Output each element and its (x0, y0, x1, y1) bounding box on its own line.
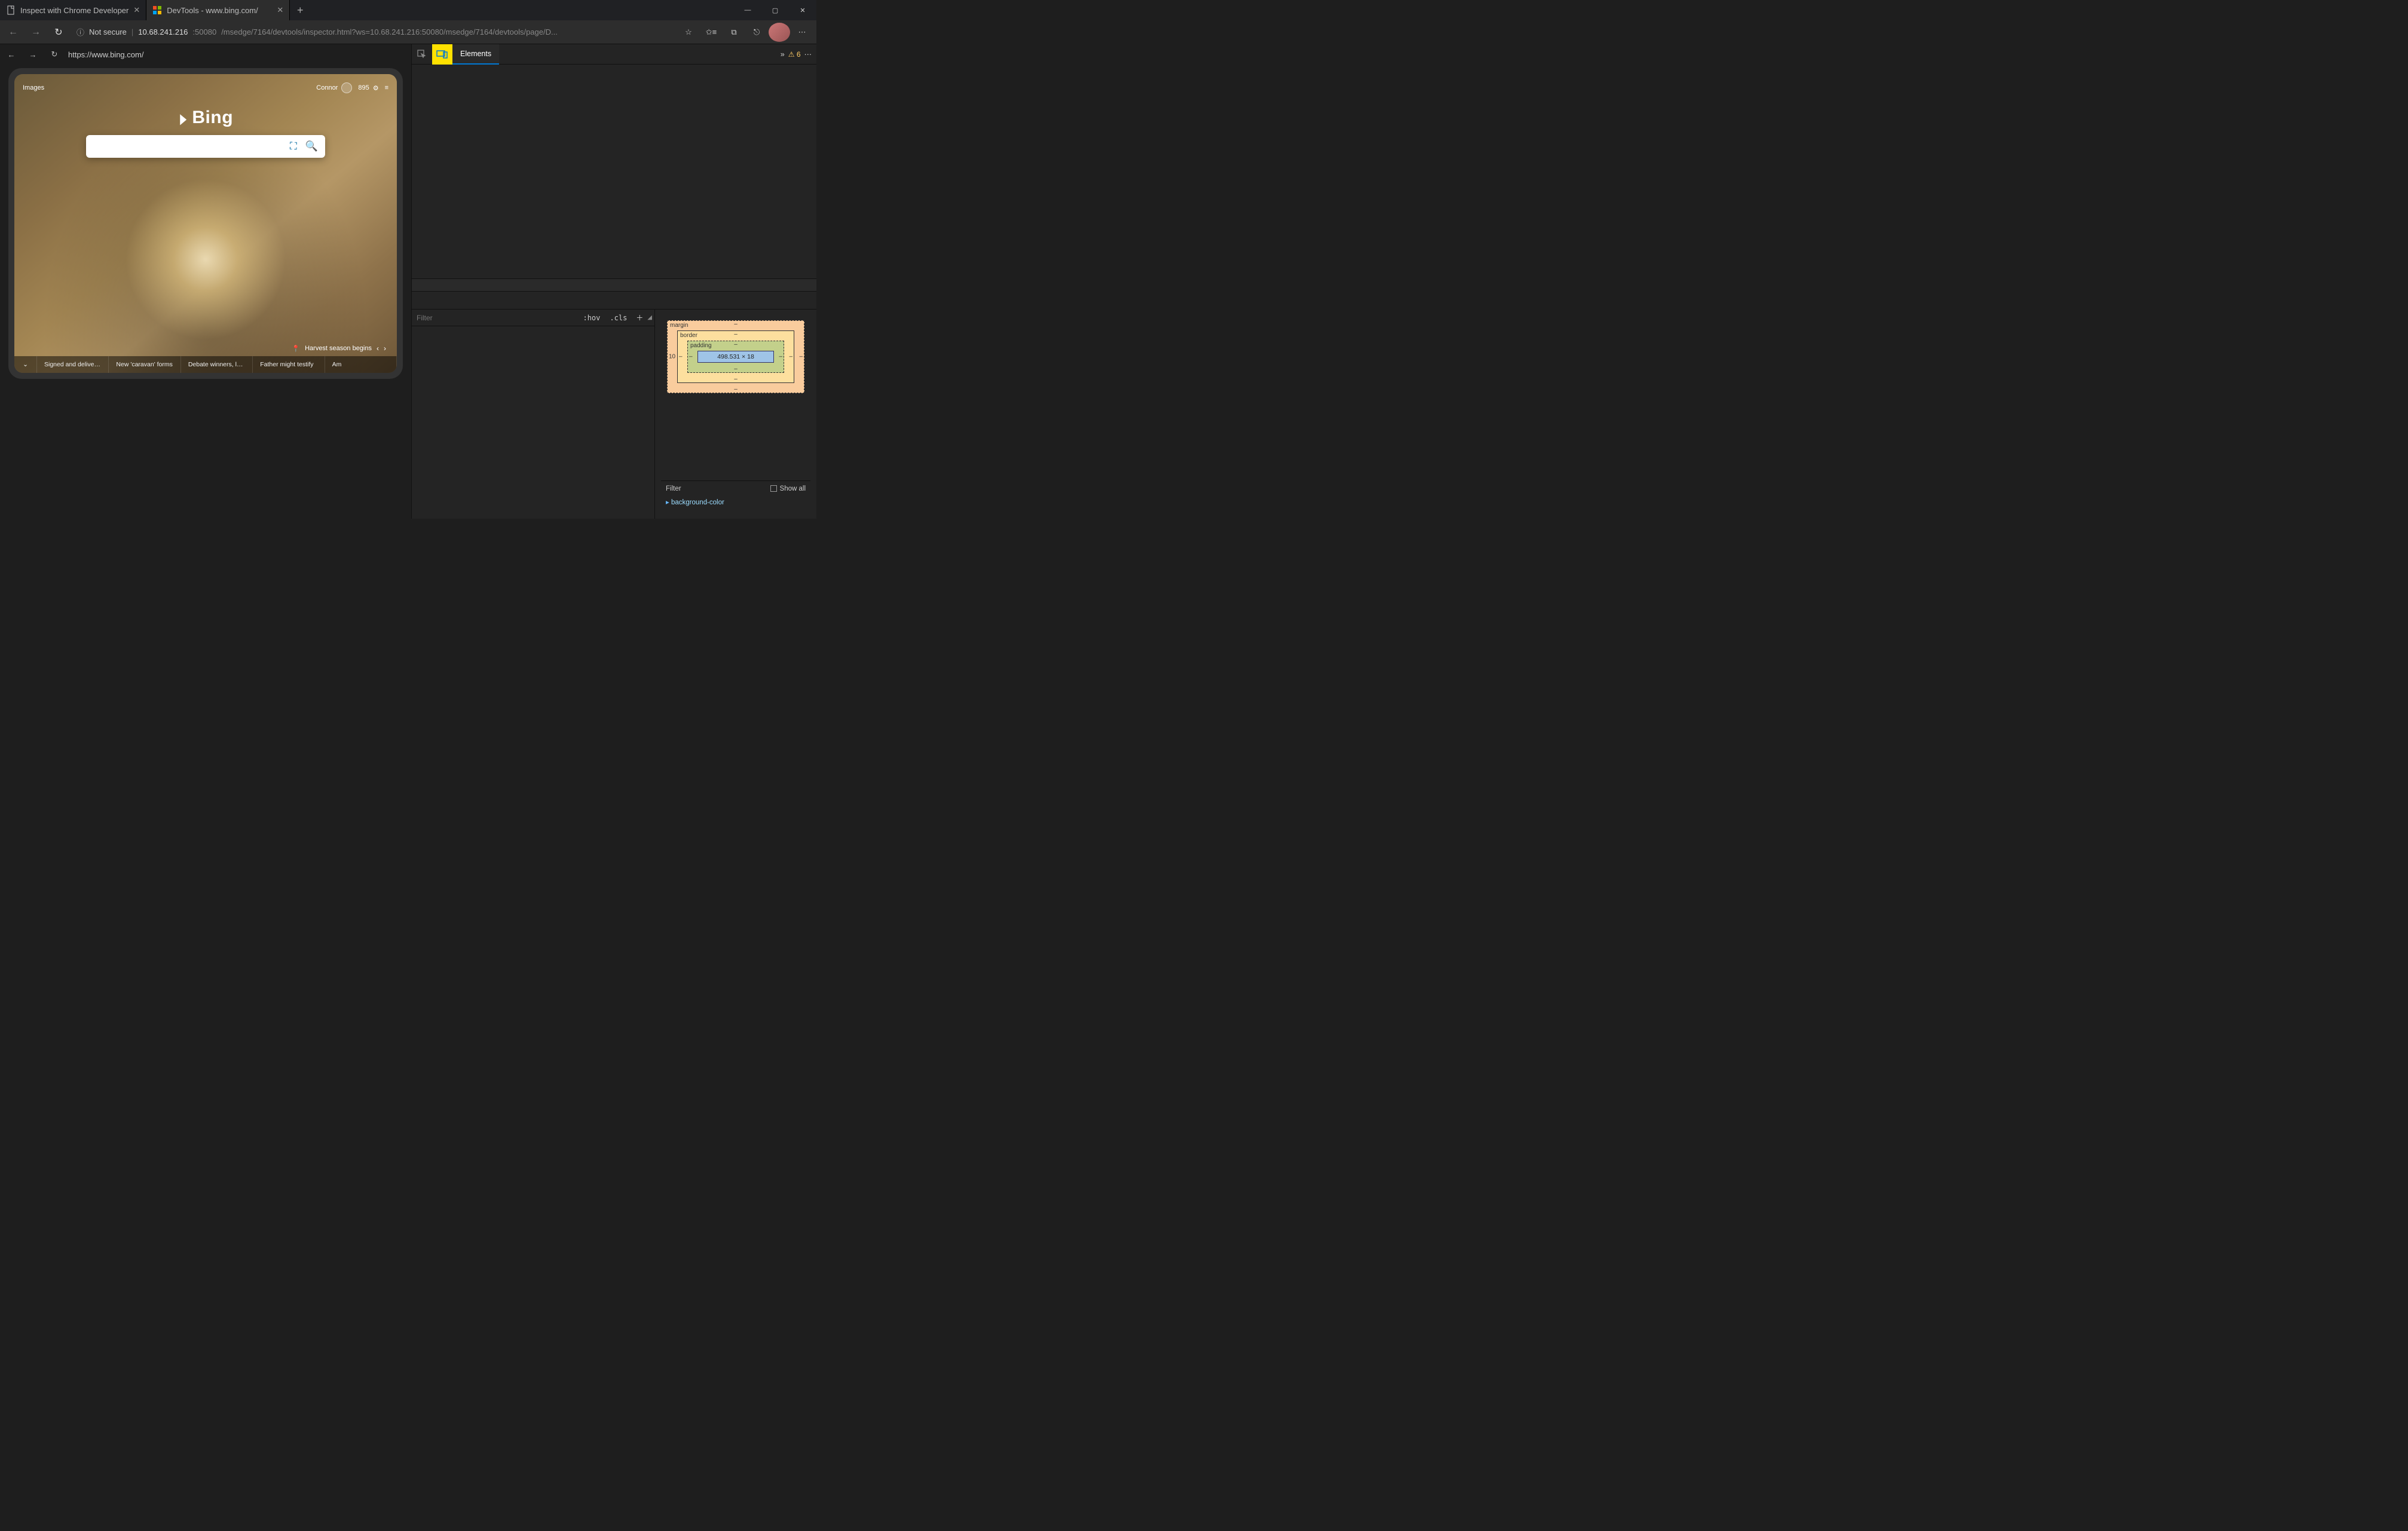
rewards-icon: ⚙ (373, 84, 379, 92)
security-label: Not secure (89, 27, 127, 36)
news-item[interactable]: ⌄ (14, 356, 37, 373)
page-preview-pane: ← → ↻ https://www.bing.com/ Images Conno… (0, 44, 411, 519)
person-icon[interactable]: ⎋ (746, 23, 767, 42)
image-caption[interactable]: Harvest season begins (305, 345, 372, 352)
url-input[interactable]: ⓘ Not secure | 10.68.241.216:50080/msedg… (72, 23, 674, 41)
hamburger-icon[interactable]: ≡ (385, 84, 388, 91)
tab-title: Inspect with Chrome Developer (20, 6, 128, 15)
menu-icon[interactable]: ⋯ (791, 23, 813, 42)
close-tab-icon[interactable]: ✕ (277, 5, 283, 15)
reload-button[interactable]: ↻ (49, 23, 68, 42)
bing-search-input[interactable]: ⛶ 🔍 (86, 135, 325, 158)
collections-icon[interactable]: ⧉ (723, 23, 745, 42)
preview-url[interactable]: https://www.bing.com/ (68, 50, 143, 59)
news-item[interactable]: Am (325, 356, 397, 373)
edge-icon (152, 5, 162, 15)
back-button[interactable]: ← (4, 23, 23, 42)
device-frame: Images Connor 895 ⚙ ≡ Bing ⛶ 🔍 📍 (8, 68, 403, 379)
user-name[interactable]: Connor (316, 84, 338, 91)
preview-forward-icon[interactable]: → (25, 50, 41, 59)
devtools-pane: Elements » ⚠ 6 ⋯ :hov .cls ＋ ◢ (411, 44, 816, 519)
favorite-star-icon[interactable]: ☆ (678, 23, 699, 42)
preview-back-icon[interactable]: ← (4, 50, 19, 59)
warning-badge[interactable]: ⚠ 6 (788, 50, 801, 59)
close-window-button[interactable]: ✕ (789, 0, 816, 20)
devtools-tab-elements[interactable]: Elements (452, 44, 499, 65)
box-content-size: 498.531 × 18 (697, 351, 774, 363)
search-icon[interactable]: 🔍 (305, 140, 318, 152)
new-rule-button[interactable]: ＋ (632, 313, 647, 323)
styles-filter-input[interactable] (412, 314, 578, 322)
bing-logo: Bing (178, 108, 233, 127)
user-avatar-icon[interactable] (341, 82, 352, 93)
info-icon: ⓘ (77, 26, 84, 38)
news-item[interactable]: Debate winners, losers (181, 356, 253, 373)
show-all-checkbox[interactable] (770, 485, 777, 492)
news-item[interactable]: New 'caravan' forms (109, 356, 180, 373)
breadcrumb[interactable] (412, 278, 816, 292)
rewards-points[interactable]: 895 (358, 84, 369, 91)
more-tabs-icon[interactable]: » (781, 50, 785, 59)
maximize-button[interactable]: ▢ (761, 0, 789, 20)
browser-tab-1[interactable]: DevTools - www.bing.com/ ✕ (146, 0, 290, 20)
devtools-menu-icon[interactable]: ⋯ (804, 50, 812, 59)
browser-tab-0[interactable]: Inspect with Chrome Developer ✕ (0, 0, 146, 20)
next-icon[interactable]: › (384, 344, 386, 353)
inspect-element-icon[interactable] (412, 44, 432, 65)
location-icon: 📍 (292, 345, 300, 353)
rendered-page[interactable]: Images Connor 895 ⚙ ≡ Bing ⛶ 🔍 📍 (14, 74, 397, 373)
expand-icon[interactable]: ◢ (647, 314, 654, 321)
page-icon (6, 5, 16, 15)
box-model: margin ––10– border –––– padding –––– 49… (655, 310, 816, 519)
computed-property[interactable]: ▸ background-color (661, 496, 810, 508)
minimize-button[interactable]: — (734, 0, 761, 20)
css-rules-list[interactable] (412, 326, 654, 519)
preview-reload-icon[interactable]: ↻ (47, 50, 62, 59)
elements-dom-tree[interactable] (412, 65, 816, 278)
news-strip[interactable]: ⌄Signed and deliveredNew 'caravan' forms… (14, 356, 397, 373)
device-toolbar-icon[interactable] (432, 44, 452, 65)
new-tab-button[interactable]: + (290, 4, 310, 17)
tab-title: DevTools - www.bing.com/ (167, 6, 258, 15)
camera-icon[interactable]: ⛶ (290, 140, 297, 152)
profile-avatar[interactable] (769, 23, 790, 42)
styles-subtabs (412, 292, 816, 310)
window-titlebar: Inspect with Chrome Developer ✕ DevTools… (0, 0, 816, 20)
favorites-bar-icon[interactable]: ✩≡ (700, 23, 722, 42)
news-item[interactable]: Signed and delivered (37, 356, 109, 373)
news-item[interactable]: Father might testify (253, 356, 325, 373)
nav-images[interactable]: Images (23, 84, 44, 91)
devtools-tabbar: Elements » ⚠ 6 ⋯ (412, 44, 816, 65)
forward-button[interactable]: → (26, 23, 45, 42)
close-tab-icon[interactable]: ✕ (133, 5, 140, 15)
computed-filter-label[interactable]: Filter (666, 485, 681, 492)
cls-toggle[interactable]: .cls (605, 314, 632, 322)
hov-toggle[interactable]: :hov (578, 314, 605, 322)
browser-addressbar: ← → ↻ ⓘ Not secure | 10.68.241.216:50080… (0, 20, 816, 44)
prev-icon[interactable]: ‹ (377, 344, 379, 353)
